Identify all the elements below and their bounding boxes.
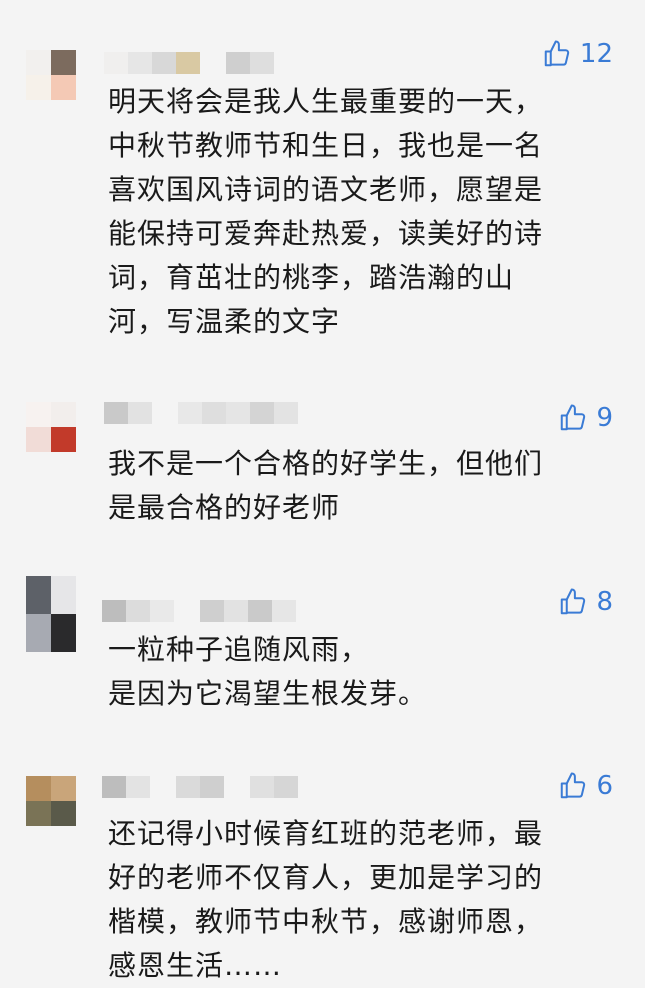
thumbs-up-icon xyxy=(561,588,586,615)
thumbs-up-icon xyxy=(544,40,570,67)
username-blurred[interactable] xyxy=(102,776,298,798)
thumbs-up-icon xyxy=(561,772,586,799)
comment-text: 我不是一个合格的好学生，但他们 是最合格的好老师 xyxy=(108,447,544,524)
avatar[interactable] xyxy=(26,576,76,652)
like-button[interactable]: 8 xyxy=(558,586,613,618)
like-count: 12 xyxy=(579,39,613,69)
like-count: 9 xyxy=(596,403,613,433)
comment-text: 明天将会是我人生最重要的一天， 中秋节教师节和生日，我也是一名 喜欢国风诗词的语… xyxy=(108,85,544,338)
comment-text: 一粒种子追随风雨， 是因为它渴望生根发芽。 xyxy=(108,633,428,710)
comment-text: 还记得小时候育红班的范老师，最 好的老师不仅育人，更加是学习的 楷模，教师节中秋… xyxy=(108,817,544,982)
username-blurred[interactable] xyxy=(104,52,274,74)
avatar[interactable] xyxy=(26,402,76,452)
username-blurred[interactable] xyxy=(102,600,296,622)
avatar[interactable] xyxy=(26,776,76,826)
like-button[interactable]: 9 xyxy=(558,402,613,434)
like-button[interactable]: 12 xyxy=(542,38,613,70)
like-count: 8 xyxy=(596,587,613,617)
like-button[interactable]: 6 xyxy=(558,770,613,802)
like-count: 6 xyxy=(596,771,613,801)
thumbs-up-icon xyxy=(561,404,586,431)
avatar[interactable] xyxy=(26,50,76,100)
username-blurred[interactable] xyxy=(104,402,298,424)
